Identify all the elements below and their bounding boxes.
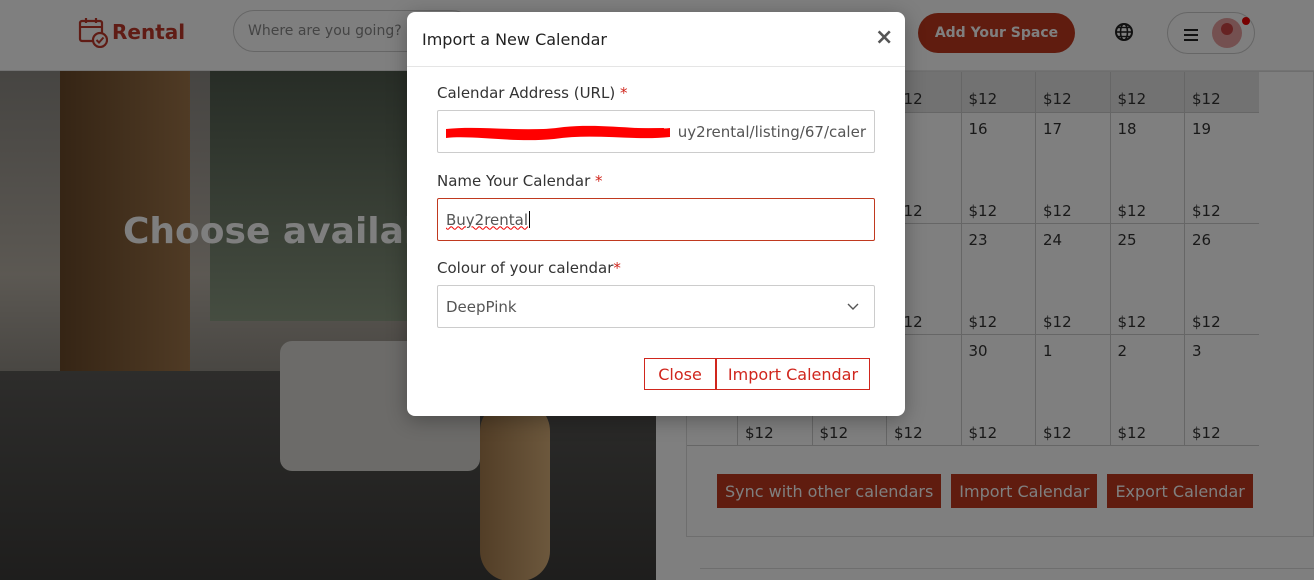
name-label-text: Name Your Calendar bbox=[437, 172, 591, 190]
redaction-scribble bbox=[446, 125, 670, 141]
modal-title: Import a New Calendar bbox=[422, 30, 608, 49]
required-mark: * bbox=[613, 259, 621, 277]
import-calendar-submit-button[interactable]: Import Calendar bbox=[716, 358, 870, 390]
required-mark: * bbox=[595, 172, 603, 190]
url-label: Calendar Address (URL) * bbox=[437, 84, 627, 102]
modal-header: Import a New Calendar × bbox=[407, 12, 905, 67]
colour-label: Colour of your calendar* bbox=[437, 259, 621, 277]
calendar-name-input[interactable]: Buy2rental bbox=[437, 198, 875, 241]
required-mark: * bbox=[619, 84, 628, 102]
close-icon[interactable]: × bbox=[875, 25, 893, 50]
calendar-url-input[interactable]: uy2rental/listing/67/caler bbox=[437, 110, 875, 153]
url-label-text: Calendar Address (URL) bbox=[437, 84, 616, 102]
text-caret bbox=[529, 211, 531, 228]
name-label: Name Your Calendar * bbox=[437, 172, 603, 190]
calendar-url-value: uy2rental/listing/67/caler bbox=[677, 122, 866, 141]
close-button[interactable]: Close bbox=[644, 358, 716, 390]
chevron-down-icon bbox=[847, 303, 859, 310]
calendar-name-value: Buy2rental bbox=[446, 210, 529, 229]
calendar-colour-value: DeepPink bbox=[446, 297, 517, 316]
import-calendar-modal: Import a New Calendar × Calendar Address… bbox=[407, 12, 905, 416]
colour-label-text: Colour of your calendar bbox=[437, 259, 614, 277]
calendar-colour-select[interactable]: DeepPink bbox=[437, 285, 875, 328]
